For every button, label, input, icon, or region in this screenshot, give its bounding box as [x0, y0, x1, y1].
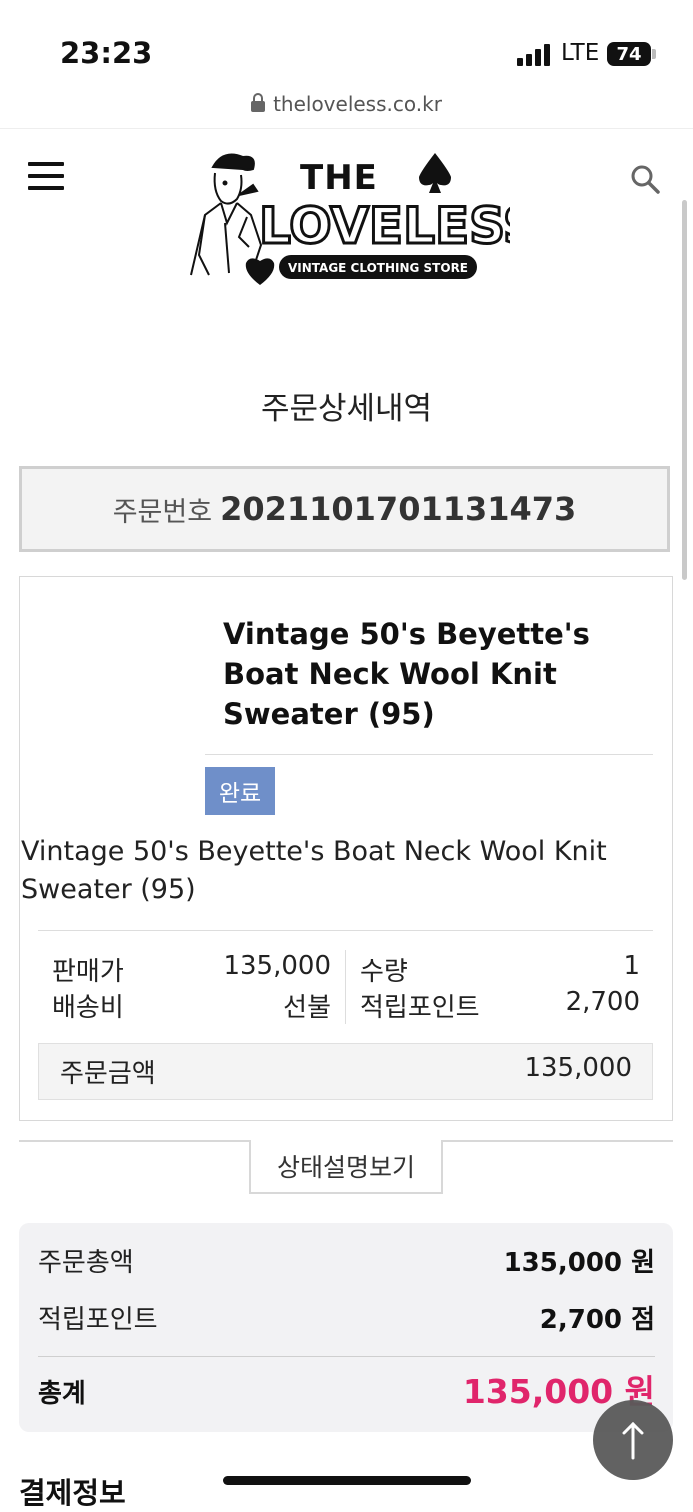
scrollbar[interactable]	[682, 200, 687, 580]
home-indicator[interactable]	[223, 1476, 471, 1485]
url-bar[interactable]: theloveless.co.kr	[0, 92, 693, 116]
quantity-label: 수량	[360, 957, 408, 987]
order-status-badge: 완료	[205, 767, 275, 815]
search-icon[interactable]	[630, 164, 660, 194]
order-amount-label: 주문금액	[60, 1059, 156, 1089]
status-time: 23:23	[60, 36, 153, 70]
product-option-text: Vintage 50's Beyette's Boat Neck Wool Kn…	[21, 836, 607, 905]
grand-total-label: 총계	[38, 1379, 86, 1409]
hamburger-menu-icon[interactable]	[28, 162, 64, 190]
singer-figure-icon	[190, 153, 263, 276]
header-divider	[0, 128, 693, 129]
card-divider	[205, 754, 653, 755]
card-divider	[38, 930, 653, 931]
carrier-label: LTE	[561, 40, 600, 66]
spade-icon	[419, 153, 451, 193]
column-divider	[345, 950, 346, 1024]
points-label: 적립포인트	[360, 993, 480, 1023]
battery-tip	[652, 49, 656, 59]
points-value: 2,700	[565, 987, 640, 1017]
summary-points-label: 적립포인트	[38, 1305, 158, 1335]
logo-loveless: LOVELESS	[259, 197, 510, 255]
order-amount-value: 135,000	[524, 1053, 632, 1083]
summary-divider	[38, 1356, 655, 1357]
page-title: 주문상세내역	[260, 391, 433, 427]
order-number-box: 주문번호 2021101701131473	[19, 466, 670, 552]
signal-icon	[517, 44, 550, 66]
price-label: 판매가	[52, 957, 124, 987]
logo-the: THE	[300, 158, 378, 198]
price-value: 135,000	[223, 951, 331, 981]
arrow-up-icon	[622, 1421, 644, 1460]
logo-tagline: VINTAGE CLOTHING STORE	[288, 261, 468, 275]
order-number-label: 주문번호	[112, 496, 213, 528]
product-title[interactable]: Vintage 50's Beyette's Boat Neck Wool Kn…	[223, 614, 653, 734]
order-total-value: 135,000 원	[503, 1248, 655, 1278]
store-logo[interactable]: THE LOVELESS VINTAGE CLOTHING STORE	[185, 145, 510, 295]
order-total-label: 주문총액	[38, 1248, 134, 1278]
url-text: theloveless.co.kr	[273, 92, 442, 116]
battery-icon: 74	[607, 42, 651, 66]
order-number-value: 2021101701131473	[220, 490, 577, 528]
quantity-value: 1	[623, 951, 640, 981]
lock-icon	[251, 93, 266, 112]
status-description-button[interactable]: 상태설명보기	[249, 1140, 443, 1194]
heart-icon	[245, 258, 275, 285]
shipping-label: 배송비	[52, 993, 124, 1023]
summary-points-value: 2,700 점	[539, 1305, 655, 1335]
shipping-value: 선불	[283, 993, 331, 1023]
scroll-to-top-button[interactable]	[593, 1400, 673, 1480]
payment-info-heading: 결제정보	[19, 1476, 126, 1510]
